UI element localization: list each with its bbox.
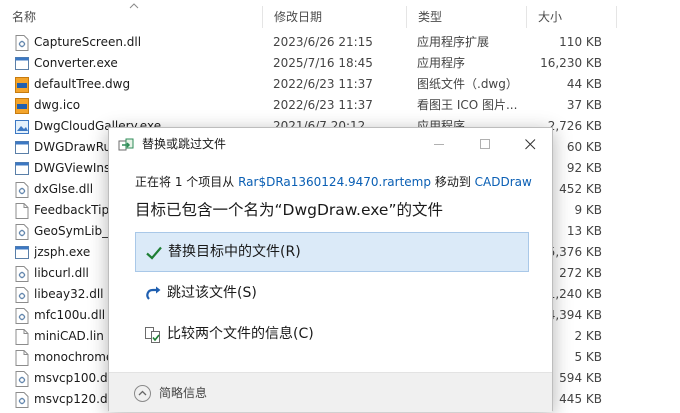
- dll-file-icon: [15, 266, 29, 282]
- file-size: 1,240 KB: [547, 287, 602, 301]
- dialog-titlebar[interactable]: 替换或跳过文件: [109, 128, 552, 160]
- collapse-details-button[interactable]: [134, 385, 151, 402]
- file-name: defaultTree.dwg: [34, 77, 131, 91]
- dll-file-icon: [15, 224, 29, 240]
- maximize-icon: [479, 138, 490, 149]
- compare-files-icon: [145, 327, 160, 343]
- maximize-button[interactable]: [462, 128, 508, 160]
- file-size: 44 KB: [566, 77, 602, 91]
- file-size: 445 KB: [559, 392, 602, 406]
- dll-file-icon: [15, 392, 29, 408]
- minimize-icon: [433, 143, 444, 145]
- source-folder-link[interactable]: Rar$DRa1360124.9470.rartemp: [238, 175, 431, 189]
- file-size: 13 KB: [566, 224, 602, 238]
- file-row[interactable]: Converter.exe 2025/7/16 18:45 应用程序 16,230 K…: [0, 53, 680, 74]
- column-size[interactable]: 大小: [526, 0, 616, 32]
- progress-description: 正在将 1 个项目从 Rar$DRa1360124.9470.rartemp 移…: [135, 175, 532, 189]
- file-row[interactable]: dwg.ico 2022/6/23 11:37 看图王 ICO 图片... 37 KB: [0, 95, 680, 116]
- file-move-icon: [118, 138, 134, 151]
- blank-file-icon: [15, 203, 29, 219]
- dwg-file-icon: [15, 98, 29, 114]
- compare-option-button[interactable]: 比较两个文件的信息(C): [135, 315, 529, 355]
- file-date: 2022/6/23 11:37: [273, 98, 373, 112]
- image-file-icon: [15, 120, 29, 134]
- dll-file-icon: [15, 308, 29, 324]
- details-toggle-label[interactable]: 简略信息: [159, 373, 207, 413]
- file-size: 452 KB: [559, 182, 602, 196]
- checkmark-icon: [146, 246, 162, 260]
- file-date: 2023/6/26 21:15: [273, 35, 373, 49]
- file-size: 16,230 KB: [540, 56, 602, 70]
- dialog-footer: 简略信息: [109, 372, 552, 412]
- file-size: 2 KB: [574, 329, 602, 343]
- file-size: 5 KB: [574, 350, 602, 364]
- replace-or-skip-dialog: 替换或跳过文件 正在将 1 个项目从 Rar$DRa1360124.9470.r…: [108, 127, 553, 412]
- minimize-button[interactable]: [416, 128, 462, 160]
- file-size: 60 KB: [566, 140, 602, 154]
- exe-file-icon: [15, 57, 29, 70]
- exe-file-icon: [15, 246, 29, 259]
- file-type: 应用程序扩展: [417, 35, 490, 49]
- file-name: CaptureScreen.dll: [34, 35, 142, 49]
- column-date[interactable]: 修改日期: [262, 0, 406, 32]
- file-date: 2025/7/16 18:45: [273, 56, 373, 70]
- file-size: 37 KB: [566, 98, 602, 112]
- column-type[interactable]: 类型: [406, 0, 526, 32]
- exe-file-icon: [15, 141, 29, 154]
- destination-folder-link[interactable]: CADDraw: [475, 175, 532, 189]
- file-date: 2022/6/23 11:37: [273, 77, 373, 91]
- close-button[interactable]: [507, 128, 553, 160]
- dll-file-icon: [15, 35, 29, 51]
- file-size: 272 KB: [559, 266, 602, 280]
- file-row[interactable]: CaptureScreen.dll 2023/6/26 21:15 应用程序扩展 11…: [0, 32, 680, 53]
- close-icon: [524, 138, 535, 149]
- dll-file-icon: [15, 371, 29, 387]
- file-size: 9 KB: [574, 203, 602, 217]
- file-type: 应用程序: [417, 56, 466, 70]
- file-size: 594 KB: [559, 371, 602, 385]
- file-row[interactable]: defaultTree.dwg 2022/6/23 11:37 图纸文件（.dwg）…: [0, 74, 680, 95]
- dll-file-icon: [15, 182, 29, 198]
- column-header-bar: 名称 修改日期 类型 大小: [0, 0, 680, 32]
- exe-file-icon: [15, 162, 29, 175]
- file-size: 92 KB: [566, 161, 602, 175]
- column-name[interactable]: 名称: [0, 0, 262, 32]
- file-size: 2,726 KB: [547, 119, 602, 133]
- dialog-body: 正在将 1 个项目从 Rar$DRa1360124.9470.rartemp 移…: [109, 160, 552, 372]
- file-name: dwg.ico: [34, 98, 81, 112]
- dll-file-icon: [15, 287, 29, 303]
- file-type: 图纸文件（.dwg）: [417, 77, 518, 91]
- file-name: Converter.exe: [34, 56, 118, 70]
- skip-option-button[interactable]: 跳过该文件(S): [135, 274, 529, 314]
- blank-file-icon: [15, 350, 29, 366]
- conflict-headline: 目标已包含一个名为“DwgDraw.exe”的文件: [135, 201, 443, 219]
- dwg-file-icon: [15, 77, 29, 93]
- file-size: 110 KB: [559, 35, 602, 49]
- chevron-up-icon: [138, 390, 147, 396]
- file-size: 4,394 KB: [547, 308, 602, 322]
- file-size: 5,376 KB: [547, 245, 602, 259]
- skip-arrow-icon: [146, 286, 161, 300]
- blank-file-icon: [15, 329, 29, 345]
- file-type: 看图王 ICO 图片...: [417, 98, 518, 112]
- replace-option-button[interactable]: 替换目标中的文件(R): [135, 232, 529, 272]
- dialog-title: 替换或跳过文件: [142, 137, 227, 151]
